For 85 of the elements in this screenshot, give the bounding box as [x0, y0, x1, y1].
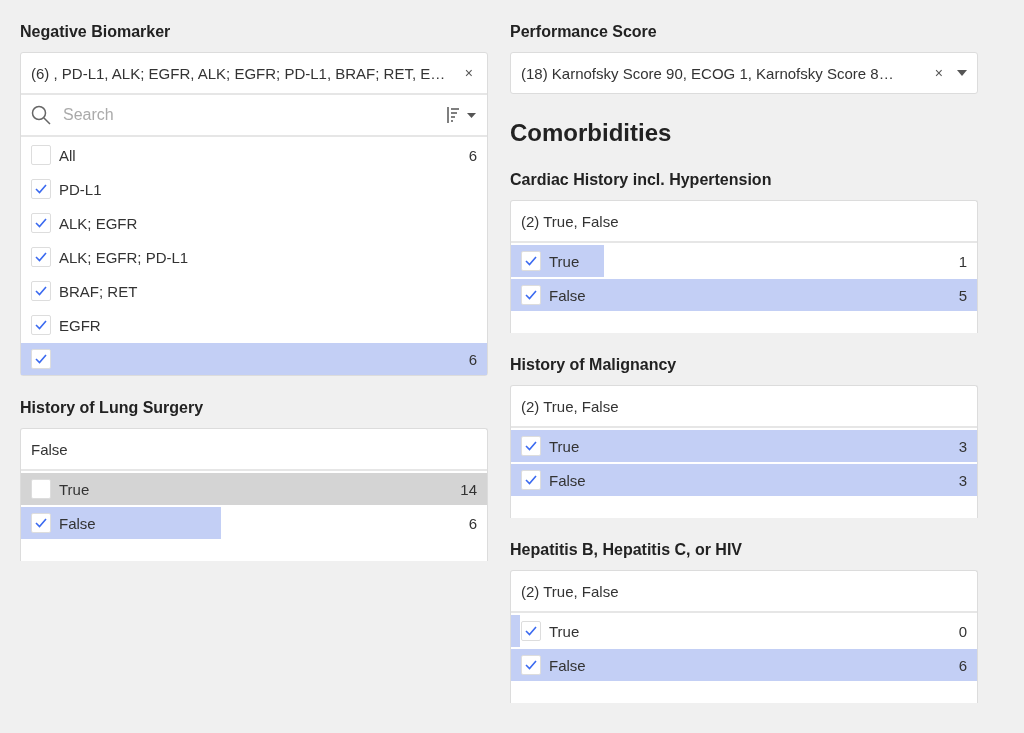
list-item[interactable]: False 6	[511, 649, 977, 681]
item-label: False	[59, 514, 97, 532]
filter-label: Performance Score	[510, 22, 658, 42]
list-item[interactable]: False 5	[511, 279, 977, 311]
filter-label: Cardiac History incl. Hypertension	[510, 170, 773, 190]
item-label: False	[549, 656, 587, 674]
item-label: True	[549, 437, 581, 455]
checkbox[interactable]	[521, 470, 541, 490]
checkmark-icon	[525, 475, 537, 485]
list-item[interactable]: True 0	[511, 615, 977, 647]
list-item[interactable]: True 3	[511, 430, 977, 462]
caret-icon[interactable]	[957, 70, 967, 76]
checkbox[interactable]	[31, 179, 51, 199]
selected-values[interactable]: False	[31, 440, 477, 458]
item-label: ALK; EGFR; PD-L1	[59, 248, 190, 266]
checkmark-icon	[525, 660, 537, 670]
item-count: 5	[958, 286, 967, 304]
selected-values[interactable]: (2) True, False	[521, 397, 967, 415]
checkmark-icon	[35, 354, 47, 364]
selected-values[interactable]: (2) True, False	[521, 212, 967, 230]
list-item[interactable]: PD-L1	[21, 173, 487, 205]
item-count: 14	[460, 480, 477, 498]
filter-label: Hepatitis B, Hepatitis C, or HIV	[510, 540, 744, 560]
checkmark-icon	[35, 320, 47, 330]
list-item[interactable]: ALK; EGFR; PD-L1	[21, 241, 487, 273]
checkbox[interactable]	[31, 247, 51, 267]
selected-values[interactable]: (2) True, False	[521, 582, 967, 600]
item-label: False	[549, 286, 587, 304]
item-count: 3	[958, 471, 967, 489]
checkmark-icon	[35, 286, 47, 296]
filter-label: History of Lung Surgery	[20, 398, 205, 418]
list-item[interactable]: False 6	[21, 507, 487, 539]
item-count: 6	[958, 656, 967, 674]
item-count: 1	[958, 252, 967, 270]
checkmark-icon	[525, 256, 537, 266]
checkbox[interactable]	[31, 479, 51, 499]
checkbox[interactable]	[31, 213, 51, 233]
checkbox[interactable]	[31, 513, 51, 533]
checkbox[interactable]	[521, 655, 541, 675]
checkbox[interactable]	[31, 315, 51, 335]
list-item[interactable]: True 14	[21, 473, 487, 505]
item-label: BRAF; RET	[59, 282, 139, 300]
checkmark-icon	[35, 518, 47, 528]
checkbox[interactable]	[31, 145, 51, 165]
item-label: True	[549, 252, 581, 270]
item-label: EGFR	[59, 316, 102, 334]
list-item[interactable]: BRAF; RET	[21, 275, 487, 307]
checkmark-icon	[525, 441, 537, 451]
checkbox[interactable]	[31, 281, 51, 301]
item-count: 6	[468, 350, 477, 368]
list-item[interactable]: ALK; EGFR	[21, 207, 487, 239]
clear-button[interactable]: ×	[930, 65, 947, 81]
checkbox[interactable]	[521, 436, 541, 456]
list-item[interactable]: All 6	[21, 139, 487, 171]
checkmark-icon	[35, 184, 47, 194]
item-count: 6	[468, 146, 477, 164]
list-item[interactable]: EGFR	[21, 309, 487, 341]
checkmark-icon	[35, 252, 47, 262]
section-heading: Comorbidities	[510, 118, 673, 148]
list-item[interactable]: True 1	[511, 245, 977, 277]
clear-button[interactable]: ×	[460, 65, 477, 81]
filter-label: History of Malignancy	[510, 355, 678, 375]
item-label: PD-L1	[59, 180, 103, 198]
checkmark-icon	[525, 290, 537, 300]
checkbox[interactable]	[31, 349, 51, 369]
item-label: True	[549, 622, 581, 640]
sort-icon[interactable]	[447, 107, 477, 123]
item-label: ALK; EGFR	[59, 214, 139, 232]
item-label: False	[549, 471, 587, 489]
search-icon	[31, 105, 51, 125]
checkmark-icon	[35, 218, 47, 228]
checkbox[interactable]	[521, 285, 541, 305]
selected-values[interactable]: (18) Karnofsky Score 90, ECOG 1, Karnofsky Score 8…	[521, 64, 931, 82]
selected-values[interactable]: (6) , PD-L1, ALK; EGFR, ALK; EGFR; PD-L1, BRAF; RET, E…	[31, 64, 461, 82]
item-count: 0	[958, 622, 967, 640]
item-label: All	[59, 146, 77, 164]
item-label: True	[59, 480, 91, 498]
checkbox[interactable]	[521, 621, 541, 641]
checkbox[interactable]	[521, 251, 541, 271]
list-item[interactable]: False 3	[511, 464, 977, 496]
list-item[interactable]: 6	[21, 343, 487, 375]
checkmark-icon	[525, 626, 537, 636]
item-count: 3	[958, 437, 967, 455]
item-count: 6	[468, 514, 477, 532]
filter-label: Negative Biomarker	[20, 22, 172, 42]
